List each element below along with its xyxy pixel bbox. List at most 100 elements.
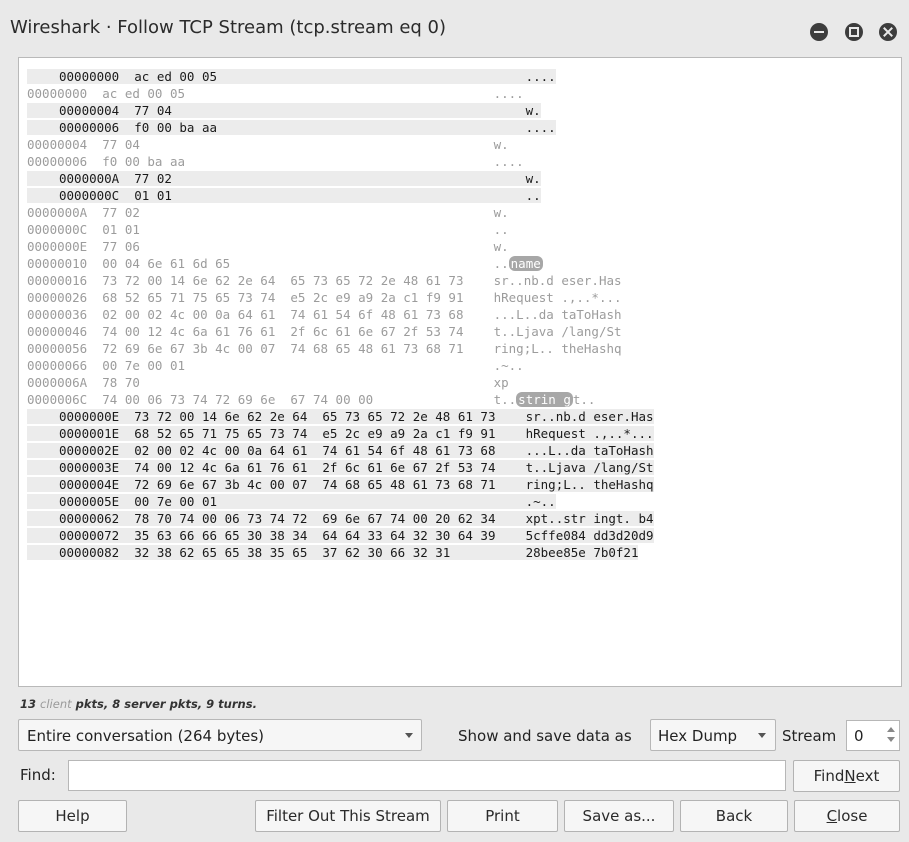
line-text: 00000056 72 69 6e 67 3b 4c 00 07 74 68 6… bbox=[27, 341, 622, 356]
server-line: 0000000E 73 72 00 14 6e 62 2e 64 65 73 6… bbox=[27, 408, 654, 425]
title-bar: Wireshark · Follow TCP Stream (tcp.strea… bbox=[0, 0, 909, 60]
conversation-select[interactable]: Entire conversation (264 bytes) bbox=[18, 719, 422, 751]
server-line: 00000062 78 70 74 00 06 73 74 72 69 6e 6… bbox=[27, 510, 654, 527]
client-line: 00000016 73 72 00 14 6e 62 2e 64 65 73 6… bbox=[27, 272, 654, 289]
spin-arrows[interactable] bbox=[886, 725, 896, 746]
client-line: 00000046 74 00 12 4c 6a 61 76 61 2f 6c 6… bbox=[27, 323, 654, 340]
save-as-button[interactable]: Save as... bbox=[564, 800, 674, 832]
summary-server-word: server bbox=[124, 697, 166, 711]
stream-content-panel[interactable]: 00000000 ac ed 00 05 .... 00000000 ac ed … bbox=[18, 57, 902, 687]
close-mnemonic: C bbox=[826, 807, 838, 825]
server-line: 0000002E 02 00 02 4c 00 0a 64 61 74 61 5… bbox=[27, 442, 654, 459]
filter-out-button[interactable]: Filter Out This Stream bbox=[255, 800, 441, 832]
client-line: 00000006 f0 00 ba aa .... bbox=[27, 153, 654, 170]
line-text: 0000005E 00 7e 00 01 .~.. bbox=[27, 494, 556, 509]
server-line: 0000004E 72 69 6e 67 3b 4c 00 07 74 68 6… bbox=[27, 476, 654, 493]
find-next-label-1: Find bbox=[813, 767, 845, 785]
client-line: 00000000 ac ed 00 05 .... bbox=[27, 85, 654, 102]
stream-number-spinbox[interactable]: 0 bbox=[846, 720, 900, 751]
client-line: 00000004 77 04 w. bbox=[27, 136, 654, 153]
line-text: 00000000 ac ed 00 05 .... bbox=[27, 86, 524, 101]
line-text: 00000010 00 04 6e 61 6d 65 .. bbox=[27, 256, 509, 271]
close-label-rest: lose bbox=[837, 807, 868, 825]
line-text: 0000000A 77 02 w. bbox=[27, 205, 509, 220]
server-line: 00000000 ac ed 00 05 .... bbox=[27, 68, 654, 85]
summary-count: 13 bbox=[20, 697, 37, 711]
find-next-mnemonic: N bbox=[844, 767, 856, 785]
server-line: 00000082 32 38 62 65 65 38 35 65 37 62 3… bbox=[27, 544, 654, 561]
format-select-value: Hex Dump bbox=[658, 727, 738, 745]
line-text: 0000000C 01 01 .. bbox=[27, 222, 509, 237]
show-data-label: Show and save data as bbox=[458, 727, 632, 745]
client-line: 00000036 02 00 02 4c 00 0a 64 61 74 61 5… bbox=[27, 306, 654, 323]
maximize-icon[interactable] bbox=[845, 23, 863, 41]
line-text: 00000036 02 00 02 4c 00 0a 64 61 74 61 5… bbox=[27, 307, 622, 322]
server-line: 00000004 77 04 w. bbox=[27, 102, 654, 119]
line-text: 00000062 78 70 74 00 06 73 74 72 69 6e 6… bbox=[27, 511, 654, 526]
line-text: 00000026 68 52 65 71 75 65 73 74 e5 2c e… bbox=[27, 290, 622, 305]
line-text: 0000000C 01 01 .. bbox=[27, 188, 541, 203]
client-line: 00000056 72 69 6e 67 3b 4c 00 07 74 68 6… bbox=[27, 340, 654, 357]
summary-client-word: client bbox=[40, 697, 72, 711]
line-text: 00000082 32 38 62 65 65 38 35 65 37 62 3… bbox=[27, 545, 639, 560]
print-button[interactable]: Print bbox=[447, 800, 558, 832]
find-input[interactable] bbox=[68, 760, 786, 791]
format-select[interactable]: Hex Dump bbox=[650, 719, 776, 751]
line-text: 0000000E 73 72 00 14 6e 62 2e 64 65 73 6… bbox=[27, 409, 654, 424]
line-text: 0000004E 72 69 6e 67 3b 4c 00 07 74 68 6… bbox=[27, 477, 654, 492]
client-line: 00000066 00 7e 00 01 .~.. bbox=[27, 357, 654, 374]
server-line: 0000005E 00 7e 00 01 .~.. bbox=[27, 493, 654, 510]
minimize-icon[interactable] bbox=[810, 23, 828, 41]
client-line: 00000010 00 04 6e 61 6d 65 .. name bbox=[27, 255, 654, 272]
line-text: 00000004 77 04 w. bbox=[27, 137, 509, 152]
highlight-text: strin g bbox=[516, 392, 573, 407]
server-line: 0000000A 77 02 w. bbox=[27, 170, 654, 187]
spin-down-icon[interactable] bbox=[887, 737, 895, 742]
server-line: 0000001E 68 52 65 71 75 65 73 74 e5 2c e… bbox=[27, 425, 654, 442]
highlight-text: name bbox=[508, 256, 543, 271]
line-text: 00000004 77 04 w. bbox=[27, 103, 541, 118]
line-text: 00000006 f0 00 ba aa .... bbox=[27, 120, 556, 135]
line-text: 0000000A 77 02 w. bbox=[27, 171, 541, 186]
line-text: 0000000E 77 06 w. bbox=[27, 239, 509, 254]
server-line: 0000003E 74 00 12 4c 6a 61 76 61 2f 6c 6… bbox=[27, 459, 654, 476]
close-window-icon[interactable] bbox=[879, 23, 897, 41]
stream-text: 00000000 ac ed 00 05 .... 00000000 ac ed … bbox=[27, 68, 654, 561]
server-line: 0000000C 01 01 .. bbox=[27, 187, 654, 204]
conversation-select-value: Entire conversation (264 bytes) bbox=[27, 727, 265, 745]
help-button[interactable]: Help bbox=[18, 800, 127, 832]
line-text: 00000046 74 00 12 4c 6a 61 76 61 2f 6c 6… bbox=[27, 324, 622, 339]
line-text-after: t.. bbox=[572, 392, 596, 407]
chevron-down-icon bbox=[758, 733, 766, 738]
stream-number-value: 0 bbox=[854, 727, 864, 745]
summary-text-2: pkts, 9 turns. bbox=[169, 697, 257, 711]
client-line: 0000006C 74 00 06 73 74 72 69 6e 67 74 0… bbox=[27, 391, 654, 408]
client-line: 0000000A 77 02 w. bbox=[27, 204, 654, 221]
back-button[interactable]: Back bbox=[680, 800, 788, 832]
find-next-label-2: ext bbox=[855, 767, 880, 785]
client-line: 0000000C 01 01 .. bbox=[27, 221, 654, 238]
line-text: 0000001E 68 52 65 71 75 65 73 74 e5 2c e… bbox=[27, 426, 654, 441]
client-line: 0000000E 77 06 w. bbox=[27, 238, 654, 255]
server-line: 00000006 f0 00 ba aa .... bbox=[27, 119, 654, 136]
stream-label: Stream bbox=[782, 727, 837, 745]
line-text: 0000006C 74 00 06 73 74 72 69 6e 67 74 0… bbox=[27, 392, 517, 407]
find-label: Find: bbox=[20, 766, 56, 784]
line-text: 0000003E 74 00 12 4c 6a 61 76 61 2f 6c 6… bbox=[27, 460, 654, 475]
find-next-button[interactable]: Find Next bbox=[793, 760, 900, 792]
line-text: 00000000 ac ed 00 05 .... bbox=[27, 69, 556, 84]
spin-up-icon[interactable] bbox=[887, 727, 895, 732]
close-button[interactable]: Close bbox=[794, 800, 900, 832]
packet-summary: 13 client pkts, 8 server pkts, 9 turns. bbox=[20, 697, 257, 711]
line-text: 00000016 73 72 00 14 6e 62 2e 64 65 73 6… bbox=[27, 273, 622, 288]
chevron-down-icon bbox=[405, 733, 413, 738]
summary-text-1: pkts, 8 bbox=[75, 697, 121, 711]
client-line: 0000006A 78 70 xp bbox=[27, 374, 654, 391]
client-line: 00000026 68 52 65 71 75 65 73 74 e5 2c e… bbox=[27, 289, 654, 306]
line-text: 0000006A 78 70 xp bbox=[27, 375, 509, 390]
server-line: 00000072 35 63 66 66 65 30 38 34 64 64 3… bbox=[27, 527, 654, 544]
line-text: 00000006 f0 00 ba aa .... bbox=[27, 154, 524, 169]
line-text: 0000002E 02 00 02 4c 00 0a 64 61 74 61 5… bbox=[27, 443, 654, 458]
line-text: 00000072 35 63 66 66 65 30 38 34 64 64 3… bbox=[27, 528, 654, 543]
line-text: 00000066 00 7e 00 01 .~.. bbox=[27, 358, 524, 373]
